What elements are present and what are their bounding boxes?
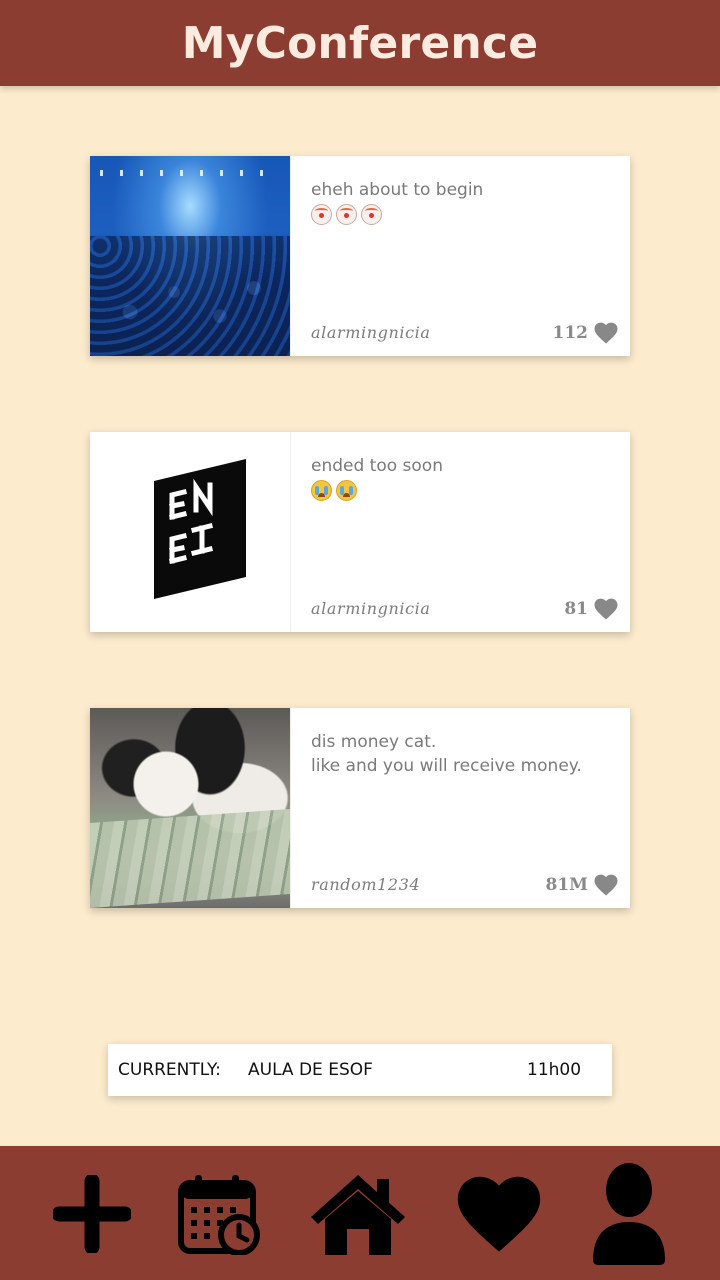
post-text: eheh about to begin [311, 180, 484, 200]
post-body: dis money cat. like and you will receive… [290, 708, 630, 908]
post-body: eheh about to begin alarmingnicia 112 [290, 156, 630, 356]
crying-face-emoji-icon [336, 480, 357, 501]
home-icon [311, 1175, 405, 1255]
post-image-enei-logo[interactable] [90, 432, 290, 632]
crying-face-emoji-icon [311, 480, 332, 501]
clown-emoji-icon [336, 204, 357, 225]
post-image-cat-on-money[interactable] [90, 708, 290, 908]
like-count: 81 [564, 599, 588, 619]
post-likes[interactable]: 112 [553, 322, 619, 344]
nav-home-button[interactable] [306, 1158, 410, 1270]
status-label: CURRENTLY: [118, 1060, 221, 1080]
current-session-bar[interactable]: CURRENTLY: AULA DE ESOF 11h00 [108, 1044, 612, 1096]
post-card[interactable]: eheh about to begin alarmingnicia 112 [90, 156, 630, 356]
app-title: MyConference [181, 17, 539, 69]
enei-logo-icon [154, 459, 246, 599]
post-author[interactable]: alarmingnicia [311, 323, 431, 342]
post-likes[interactable]: 81 [564, 598, 618, 620]
stage-lights [100, 170, 280, 176]
emoji-row [311, 204, 610, 225]
status-time: 11h00 [527, 1060, 582, 1080]
status-event: AULA DE ESOF [248, 1060, 373, 1080]
bottom-nav [0, 1146, 720, 1280]
crowd [90, 236, 290, 356]
like-count: 112 [552, 323, 589, 343]
user-icon [593, 1163, 665, 1265]
clown-emoji-icon [311, 204, 332, 225]
nav-add-button[interactable] [50, 1158, 134, 1270]
money-bills [90, 809, 290, 908]
post-text: ended too soon [311, 456, 443, 476]
emoji-row [311, 480, 610, 501]
heart-icon[interactable] [594, 322, 618, 344]
calendar-clock-icon [178, 1175, 260, 1255]
app-bar: MyConference [0, 0, 720, 86]
like-count: 81M [545, 875, 588, 895]
post-likes[interactable]: 81M [546, 874, 618, 896]
heart-icon [457, 1176, 541, 1252]
nav-schedule-button[interactable] [176, 1158, 262, 1270]
clown-emoji-icon [361, 204, 382, 225]
post-card[interactable]: dis money cat. like and you will receive… [90, 708, 630, 908]
nav-profile-button[interactable] [584, 1158, 674, 1270]
nav-favorites-button[interactable] [454, 1158, 544, 1270]
post-body: ended too soon alarmingnicia 81 [290, 432, 630, 632]
heart-icon[interactable] [594, 598, 618, 620]
heart-icon[interactable] [594, 874, 618, 896]
post-card[interactable]: ended too soon alarmingnicia 81 [90, 432, 630, 632]
plus-icon [53, 1175, 131, 1253]
post-text: dis money cat. like and you will receive… [311, 732, 582, 776]
post-image-concert-crowd[interactable] [90, 156, 290, 356]
post-author[interactable]: random1234 [311, 875, 420, 894]
post-author[interactable]: alarmingnicia [311, 599, 431, 618]
